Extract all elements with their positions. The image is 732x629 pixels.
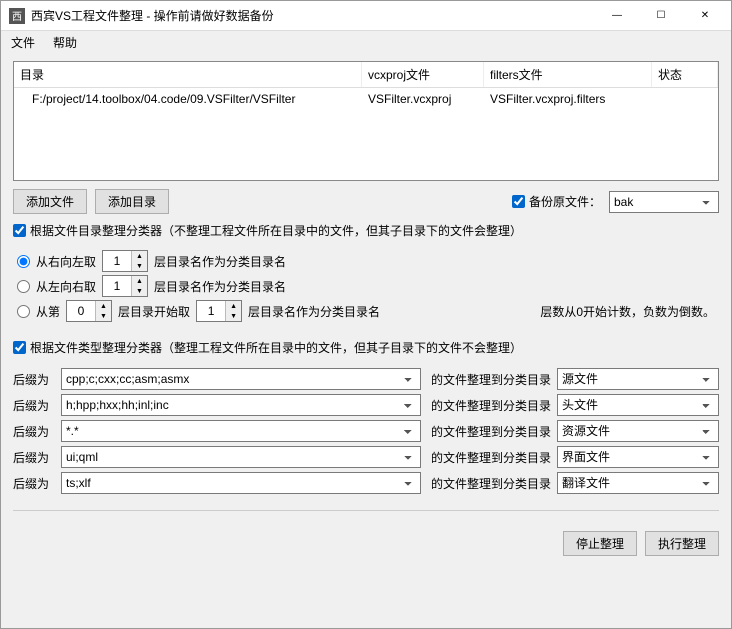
cell-vcx: VSFilter.vcxproj [362,88,484,110]
down-icon[interactable]: ▼ [132,261,147,271]
type-classifier-check-input[interactable] [13,341,26,354]
col-header-dir[interactable]: 目录 [14,62,362,87]
classify-label: 的文件整理到分类目录 [431,475,551,492]
up-icon[interactable]: ▲ [132,251,147,261]
folder-combo[interactable]: 翻译文件 [557,472,719,494]
stop-button[interactable]: 停止整理 [563,531,637,556]
suffix-label: 后缀为 [13,371,55,388]
menubar: 文件 帮助 [1,31,731,53]
cell-filters: VSFilter.vcxproj.filters [484,88,652,110]
divider [13,510,719,511]
cell-status [652,88,718,110]
backup-ext-combo[interactable]: bak [609,191,719,213]
suffix-rules: 后缀为cpp;c;cxx;cc;asm;asmx的文件整理到分类目录源文件后缀为… [13,364,719,498]
minimize-button[interactable]: — [595,2,639,30]
dir-classifier-checkbox[interactable]: 根据文件目录整理分类器（不整理工程文件所在目录中的文件，但其子目录下的文件会整理… [13,222,719,239]
suffix-row: 后缀为 h;hpp;hxx;hh;inl;inc 的文件整理到分类目录头文件 [13,394,719,416]
add-file-button[interactable]: 添加文件 [13,189,87,214]
folder-combo[interactable]: 资源文件 [557,420,719,442]
suffix-label: 后缀为 [13,397,55,414]
opt3-label-b: 层目录开始取 [118,303,190,320]
opt-right-to-left: 从右向左取 ▲▼ 层目录名作为分类目录名 [17,250,719,272]
dir-classifier-check-input[interactable] [13,224,26,237]
opt2-label-b: 层目录名作为分类目录名 [154,278,286,295]
down-icon[interactable]: ▼ [96,311,111,321]
classify-label: 的文件整理到分类目录 [431,449,551,466]
maximize-button[interactable]: ☐ [639,2,683,30]
folder-combo[interactable]: 头文件 [557,394,719,416]
opt3-label-c: 层目录名作为分类目录名 [248,303,380,320]
footer-buttons: 停止整理 执行整理 [13,531,719,556]
suffix-row: 后缀为 ts;xlf 的文件整理到分类目录翻译文件 [13,472,719,494]
run-button[interactable]: 执行整理 [645,531,719,556]
suffix-label: 后缀为 [13,449,55,466]
up-icon[interactable]: ▲ [96,301,111,311]
opt3-spinner2-input[interactable] [197,301,225,321]
ext-combo[interactable]: ui;qml [61,446,421,468]
table-row[interactable]: F:/project/14.toolbox/04.code/09.VSFilte… [14,88,718,110]
suffix-row: 后缀为 ui;qml 的文件整理到分类目录界面文件 [13,446,719,468]
app-window: 西 西宾VS工程文件整理 - 操作前请做好数据备份 — ☐ ✕ 文件 帮助 目录… [0,0,732,629]
opt1-spinner-input[interactable] [103,251,131,271]
opt3-spinner-2[interactable]: ▲▼ [196,300,242,322]
titlebar: 西 西宾VS工程文件整理 - 操作前请做好数据备份 — ☐ ✕ [1,1,731,31]
opt-left-to-right: 从左向右取 ▲▼ 层目录名作为分类目录名 [17,275,719,297]
backup-check-input[interactable] [512,195,525,208]
up-icon[interactable]: ▲ [132,276,147,286]
opt2-spinner-input[interactable] [103,276,131,296]
backup-label: 备份原文件： [529,193,601,210]
folder-combo[interactable]: 界面文件 [557,446,719,468]
folder-combo[interactable]: 源文件 [557,368,719,390]
cell-dir: F:/project/14.toolbox/04.code/09.VSFilte… [14,88,362,110]
menu-help[interactable]: 帮助 [53,34,77,51]
opt2-spinner[interactable]: ▲▼ [102,275,148,297]
opt1-spinner[interactable]: ▲▼ [102,250,148,272]
opt3-spinner-1[interactable]: ▲▼ [66,300,112,322]
opt2-label-a: 从左向右取 [36,278,96,295]
dir-classifier-label: 根据文件目录整理分类器（不整理工程文件所在目录中的文件，但其子目录下的文件会整理… [30,222,522,239]
ext-combo[interactable]: *.* [61,420,421,442]
ext-combo[interactable]: h;hpp;hxx;hh;inl;inc [61,394,421,416]
opt3-label-a: 从第 [36,303,60,320]
classify-label: 的文件整理到分类目录 [431,371,551,388]
col-header-status[interactable]: 状态 [652,62,718,87]
classify-label: 的文件整理到分类目录 [431,423,551,440]
suffix-row: 后缀为 cpp;c;cxx;cc;asm;asmx 的文件整理到分类目录源文件 [13,368,719,390]
content-area: 目录 vcxproj文件 filters文件 状态 F:/project/14.… [1,53,731,628]
down-icon[interactable]: ▼ [132,286,147,296]
radio-left-to-right[interactable] [17,280,30,293]
menu-file[interactable]: 文件 [11,34,35,51]
suffix-label: 后缀为 [13,475,55,492]
app-icon: 西 [9,8,25,24]
layer-note: 层数从0开始计数，负数为倒数。 [540,303,719,320]
window-title: 西宾VS工程文件整理 - 操作前请做好数据备份 [31,7,595,24]
file-list[interactable]: 目录 vcxproj文件 filters文件 状态 F:/project/14.… [13,61,719,181]
file-list-header: 目录 vcxproj文件 filters文件 状态 [14,62,718,88]
add-row: 添加文件 添加目录 备份原文件： bak [13,189,719,214]
type-classifier-checkbox[interactable]: 根据文件类型整理分类器（整理工程文件所在目录中的文件，但其子目录下的文件不会整理… [13,339,719,356]
col-header-vcx[interactable]: vcxproj文件 [362,62,484,87]
radio-right-to-left[interactable] [17,255,30,268]
dir-classifier-options: 从右向左取 ▲▼ 层目录名作为分类目录名 从左向右取 ▲▼ 层目录名作为分类目录… [13,247,719,325]
opt1-label-b: 层目录名作为分类目录名 [154,253,286,270]
type-classifier-label: 根据文件类型整理分类器（整理工程文件所在目录中的文件，但其子目录下的文件不会整理… [30,339,522,356]
classify-label: 的文件整理到分类目录 [431,397,551,414]
opt-from-n: 从第 ▲▼ 层目录开始取 ▲▼ 层目录名作为分类目录名 层数从0开始计数，负数为… [17,300,719,322]
opt3-spinner1-input[interactable] [67,301,95,321]
radio-from-n[interactable] [17,305,30,318]
opt1-label-a: 从右向左取 [36,253,96,270]
ext-combo[interactable]: ts;xlf [61,472,421,494]
down-icon[interactable]: ▼ [226,311,241,321]
suffix-row: 后缀为 *.* 的文件整理到分类目录资源文件 [13,420,719,442]
col-header-filters[interactable]: filters文件 [484,62,652,87]
up-icon[interactable]: ▲ [226,301,241,311]
suffix-label: 后缀为 [13,423,55,440]
close-button[interactable]: ✕ [683,2,727,30]
backup-checkbox[interactable]: 备份原文件： [512,193,601,210]
ext-combo[interactable]: cpp;c;cxx;cc;asm;asmx [61,368,421,390]
add-dir-button[interactable]: 添加目录 [95,189,169,214]
